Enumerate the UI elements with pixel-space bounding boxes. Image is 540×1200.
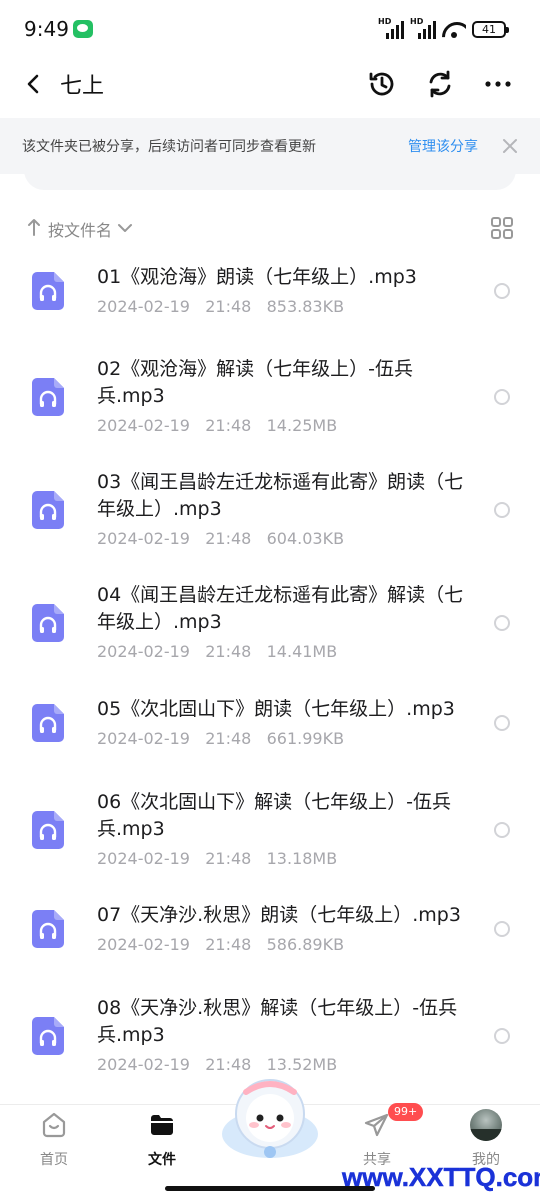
select-radio[interactable] (494, 389, 510, 405)
file-date: 2024-02-19 (97, 297, 190, 316)
tab-files-label: 文件 (148, 1152, 176, 1168)
more-options-icon[interactable] (482, 68, 514, 100)
file-date: 2024-02-19 (97, 935, 190, 954)
header: 七上 (0, 58, 540, 110)
select-radio[interactable] (494, 615, 510, 631)
file-meta: 2024-02-19 21:48 586.89KB (97, 935, 344, 954)
file-name: 03《闻王昌龄左迁龙标遥有此寄》朗读（七年级上）.mp3 (97, 471, 464, 520)
search-bar-edge (24, 168, 516, 190)
tab-files[interactable]: 文件 (117, 1105, 207, 1185)
audio-file-icon (32, 1017, 64, 1055)
file-meta: 2024-02-19 21:48 661.99KB (97, 729, 344, 748)
file-meta: 2024-02-19 21:48 14.41MB (97, 642, 337, 661)
sort-arrow-up-icon[interactable] (26, 217, 42, 237)
close-icon[interactable] (500, 136, 520, 156)
file-size: 13.18MB (266, 849, 338, 868)
file-name: 02《观沧海》解读（七年级上）-伍兵兵.mp3 (97, 358, 414, 407)
select-radio[interactable] (494, 1028, 510, 1044)
home-icon (42, 1112, 66, 1138)
share-banner-text: 该文件夹已被分享，后续访问者可同步查看更新 (22, 139, 316, 155)
audio-file-icon (32, 910, 64, 948)
file-date: 2024-02-19 (97, 416, 190, 435)
file-row[interactable]: 01《观沧海》朗读（七年级上）.mp3 2024-02-19 21:48 853… (0, 250, 540, 340)
file-size: 586.89KB (266, 935, 345, 954)
select-radio[interactable] (494, 283, 510, 299)
audio-file-icon (32, 272, 64, 310)
share-badge: 99+ (388, 1103, 424, 1121)
file-time: 21:48 (205, 416, 252, 435)
page-title: 七上 (60, 74, 105, 99)
chevron-down-icon[interactable] (116, 219, 134, 237)
back-arrow-icon[interactable] (22, 72, 46, 96)
file-date: 2024-02-19 (97, 529, 190, 548)
file-row[interactable]: 02《观沧海》解读（七年级上）-伍兵兵.mp3 2024-02-19 21:48… (0, 342, 540, 452)
file-date: 2024-02-19 (97, 642, 190, 661)
status-bar: 9:49 HD HD 41 (0, 0, 540, 58)
file-time: 21:48 (205, 849, 252, 868)
file-row[interactable]: 05《次北固山下》朗读（七年级上）.mp3 2024-02-19 21:48 6… (0, 682, 540, 772)
file-size: 853.83KB (266, 297, 345, 316)
select-radio[interactable] (494, 822, 510, 838)
file-date: 2024-02-19 (97, 1055, 190, 1074)
home-indicator (165, 1186, 375, 1191)
file-time: 21:48 (205, 729, 252, 748)
manage-share-link[interactable]: 管理该分享 (408, 136, 478, 156)
history-icon[interactable] (366, 68, 398, 100)
file-size: 604.03KB (266, 529, 345, 548)
file-row[interactable]: 03《闻王昌龄左迁龙标遥有此寄》朗读（七年级上）.mp3 2024-02-19 … (0, 455, 540, 565)
share-banner: 该文件夹已被分享，后续访问者可同步查看更新 管理该分享 (0, 118, 540, 174)
status-time: 9:49 (24, 17, 69, 41)
mascot-assistant-icon[interactable] (218, 1072, 322, 1168)
file-time: 21:48 (205, 935, 252, 954)
signal-icon-2: HD (410, 17, 436, 39)
avatar (470, 1109, 502, 1141)
file-time: 21:48 (205, 529, 252, 548)
file-time: 21:48 (205, 297, 252, 316)
file-name: 06《次北固山下》解读（七年级上）-伍兵兵.mp3 (97, 791, 452, 840)
audio-file-icon (32, 704, 64, 742)
file-meta: 2024-02-19 21:48 13.18MB (97, 849, 337, 868)
select-radio[interactable] (494, 502, 510, 518)
sort-by-name-label[interactable]: 按文件名 (48, 217, 112, 241)
file-meta: 2024-02-19 21:48 604.03KB (97, 529, 344, 548)
audio-file-icon (32, 491, 64, 529)
audio-file-icon (32, 811, 64, 849)
file-size: 661.99KB (266, 729, 345, 748)
grid-view-icon[interactable] (490, 216, 514, 240)
file-row[interactable]: 07《天净沙.秋思》朗读（七年级上）.mp3 2024-02-19 21:48 … (0, 888, 540, 978)
file-time: 21:48 (205, 642, 252, 661)
status-indicators: HD HD 41 (378, 17, 509, 40)
file-date: 2024-02-19 (97, 729, 190, 748)
select-radio[interactable] (494, 921, 510, 937)
file-name: 08《天净沙.秋思》解读（七年级上）-伍兵兵.mp3 (97, 997, 458, 1046)
file-meta: 2024-02-19 21:48 14.25MB (97, 416, 337, 435)
audio-file-icon (32, 378, 64, 416)
file-name: 01《观沧海》朗读（七年级上）.mp3 (97, 266, 417, 288)
file-name: 07《天净沙.秋思》朗读（七年级上）.mp3 (97, 904, 461, 926)
audio-file-icon (32, 604, 64, 642)
file-date: 2024-02-19 (97, 849, 190, 868)
select-radio[interactable] (494, 715, 510, 731)
folder-icon (151, 1115, 173, 1135)
wechat-notification-icon (73, 20, 93, 38)
file-name: 04《闻王昌龄左迁龙标遥有此寄》解读（七年级上）.mp3 (97, 584, 464, 633)
file-meta: 2024-02-19 21:48 853.83KB (97, 297, 344, 316)
file-size: 14.25MB (266, 416, 338, 435)
paper-plane-icon (364, 1113, 389, 1137)
file-row[interactable]: 04《闻王昌龄左迁龙标遥有此寄》解读（七年级上）.mp3 2024-02-19 … (0, 568, 540, 678)
signal-icon: HD (378, 17, 404, 39)
file-name: 05《次北固山下》朗读（七年级上）.mp3 (97, 698, 455, 720)
wifi-icon (442, 20, 466, 38)
file-size: 14.41MB (266, 642, 338, 661)
tab-home-label: 首页 (40, 1152, 68, 1168)
sort-bar: 按文件名 (0, 210, 540, 246)
refresh-icon[interactable] (424, 68, 456, 100)
tab-home[interactable]: 首页 (9, 1105, 99, 1185)
battery-icon: 41 (472, 20, 509, 38)
file-row[interactable]: 06《次北固山下》解读（七年级上）-伍兵兵.mp3 2024-02-19 21:… (0, 775, 540, 885)
